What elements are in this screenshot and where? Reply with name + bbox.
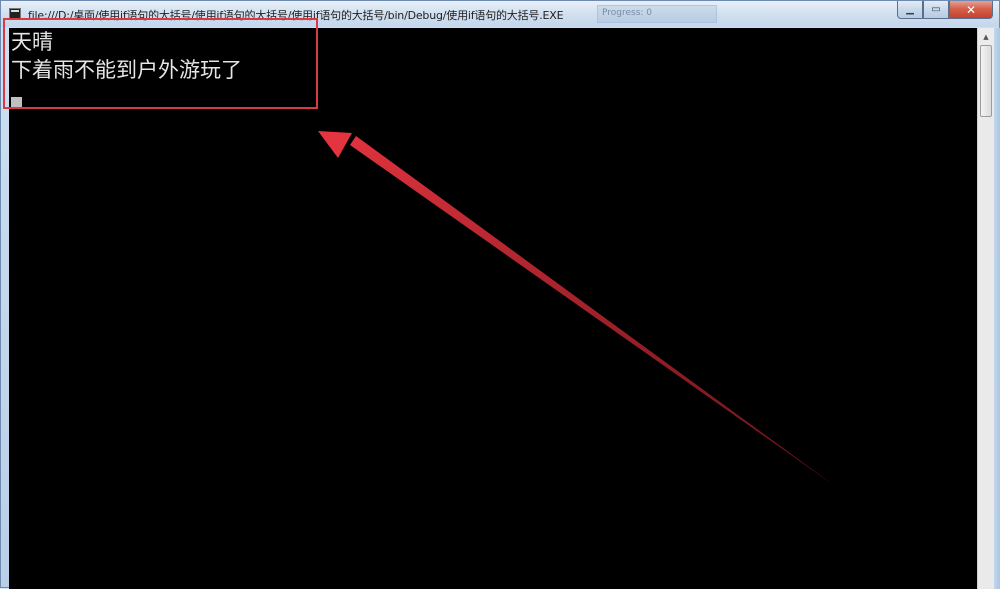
maximize-button[interactable]: ▭ <box>923 1 949 19</box>
window-controls: ▁ ▭ ✕ <box>897 1 993 20</box>
console-window: file:///D:/桌面/使用if语句的大括号/使用if语句的大括号/使用if… <box>0 0 1000 589</box>
title-bar[interactable]: file:///D:/桌面/使用if语句的大括号/使用if语句的大括号/使用if… <box>1 1 999 27</box>
text-cursor <box>11 97 22 108</box>
chevron-up-icon: ▲ <box>983 32 989 41</box>
close-button[interactable]: ✕ <box>949 1 993 19</box>
console-output-area[interactable]: 天晴 下着雨不能到户外游玩了 <box>9 28 977 589</box>
vertical-scrollbar[interactable]: ▲ <box>977 28 994 589</box>
scroll-up-button[interactable]: ▲ <box>978 28 994 45</box>
scrollbar-thumb[interactable] <box>980 45 992 117</box>
window-title: file:///D:/桌面/使用if语句的大括号/使用if语句的大括号/使用if… <box>28 9 564 22</box>
minimize-icon: ▁ <box>906 4 914 15</box>
console-app-icon[interactable] <box>9 8 21 20</box>
background-window-title: Progress: 0 <box>597 5 717 23</box>
console-line: 天晴 <box>11 30 53 54</box>
minimize-button[interactable]: ▁ <box>897 1 923 19</box>
window-frame-edge <box>994 28 1000 589</box>
close-icon: ✕ <box>965 2 977 17</box>
console-line: 下着雨不能到户外游玩了 <box>11 58 242 82</box>
maximize-icon: ▭ <box>931 4 941 15</box>
